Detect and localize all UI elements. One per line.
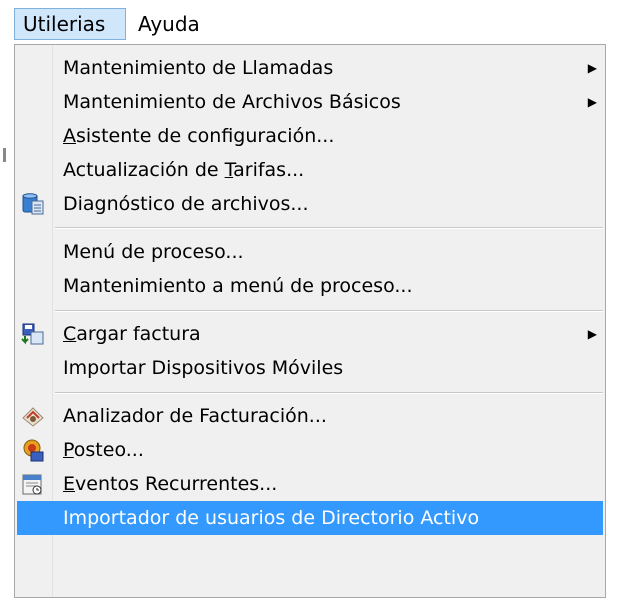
menu-item-label: Analizador de Facturación...	[63, 405, 327, 427]
menu-item-label: Mantenimiento de Archivos Básicos	[63, 91, 401, 113]
utilerias-dropdown-menu: Mantenimiento de Llamadas ▶ Mantenimient…	[14, 44, 606, 598]
menu-separator	[55, 227, 603, 229]
submenu-arrow-icon: ▶	[587, 61, 597, 75]
menu-item-eventos-recurrentes[interactable]: Eventos Recurrentes...	[17, 467, 603, 501]
menu-item-mantenimiento-llamadas[interactable]: Mantenimiento de Llamadas ▶	[17, 51, 603, 85]
submenu-arrow-icon: ▶	[587, 95, 597, 109]
menu-ayuda[interactable]: Ayuda	[130, 8, 226, 40]
menu-item-cargar-factura[interactable]: Cargar factura ▶	[17, 317, 603, 351]
menu-item-posteo[interactable]: Posteo...	[17, 433, 603, 467]
menu-item-menu-proceso[interactable]: Menú de proceso...	[17, 235, 603, 269]
menu-item-label: Mantenimiento de Llamadas	[63, 57, 334, 79]
menu-item-label: Asistente de configuración...	[63, 125, 335, 147]
menu-item-label: Eventos Recurrentes...	[63, 473, 278, 495]
menu-item-label: Menú de proceso...	[63, 241, 244, 263]
menu-item-label: Importador de usuarios de Directorio Act…	[63, 507, 480, 529]
menu-item-importador-usuarios-directorio-activo[interactable]: Importador de usuarios de Directorio Act…	[17, 501, 603, 535]
menu-item-mantenimiento-archivos-basicos[interactable]: Mantenimiento de Archivos Básicos ▶	[17, 85, 603, 119]
menu-item-asistente-configuracion[interactable]: Asistente de configuración...	[17, 119, 603, 153]
menu-item-mantenimiento-menu-proceso[interactable]: Mantenimiento a menú de proceso...	[17, 269, 603, 303]
menu-item-actualizacion-tarifas[interactable]: Actualización de Tarifas...	[17, 153, 603, 187]
menu-item-label: Actualización de Tarifas...	[63, 159, 305, 181]
calendar-icon	[21, 472, 45, 496]
menu-bar: Utilerias Ayuda	[0, 0, 624, 44]
window-edge-mark	[3, 148, 6, 162]
menu-separator	[55, 310, 603, 312]
menu-item-label: Importar Dispositivos Móviles	[63, 357, 344, 379]
menu-separator	[55, 392, 603, 394]
menu-item-label: Mantenimiento a menú de proceso...	[63, 275, 413, 297]
menu-item-diagnostico-archivos[interactable]: Diagnóstico de archivos...	[17, 187, 603, 221]
menu-item-analizador-facturacion[interactable]: Analizador de Facturación...	[17, 399, 603, 433]
menu-item-label: Diagnóstico de archivos...	[63, 193, 309, 215]
submenu-arrow-icon: ▶	[587, 327, 597, 341]
analyzer-icon	[21, 404, 45, 428]
menu-utilerias[interactable]: Utilerias	[14, 8, 126, 40]
menu-item-label: Cargar factura	[63, 323, 201, 345]
menu-item-importar-dispositivos[interactable]: Importar Dispositivos Móviles	[17, 351, 603, 385]
database-diagnostic-icon	[21, 192, 45, 216]
load-invoice-icon	[21, 322, 45, 346]
posting-icon	[21, 438, 45, 462]
menu-item-label: Posteo...	[63, 439, 144, 461]
